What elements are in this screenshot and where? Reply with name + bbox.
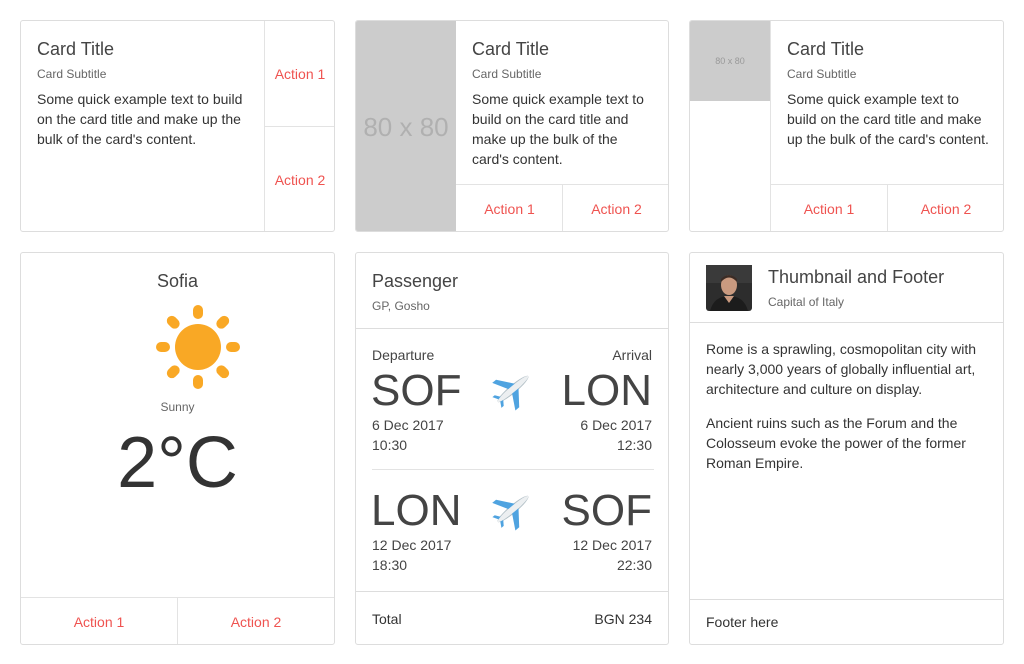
card-title: Card Title [787, 39, 865, 59]
card-title: Card Title [472, 39, 550, 59]
action-1-button[interactable]: Action 1 [771, 185, 887, 231]
action-2-button[interactable]: Action 2 [563, 185, 668, 231]
passenger-name: GP, Gosho [372, 299, 430, 313]
action-2-button[interactable]: Action 2 [265, 127, 334, 231]
action-2-button[interactable]: Action 2 [178, 598, 334, 644]
leg1-departure-time: 10:30 [372, 437, 408, 453]
sun-icon [156, 305, 240, 389]
card-vertical-actions: Card Title Card Subtitle Some quick exam… [20, 20, 335, 232]
action-1-button[interactable]: Action 1 [456, 185, 563, 231]
divider [690, 599, 1003, 600]
divider [372, 469, 654, 470]
arrival-label: Arrival [612, 347, 652, 363]
weather-condition: Sunny [160, 400, 195, 414]
card-title: Card Title [37, 39, 115, 59]
paragraph-2: Ancient ruins such as the Forum and the … [706, 415, 966, 471]
action-1-button[interactable]: Action 1 [21, 598, 177, 644]
total-label: Total [372, 611, 402, 627]
placeholder-label: 80 x 80 [715, 56, 745, 66]
card-text: Some quick example text to build on the … [787, 91, 989, 147]
card-subtitle: Card Subtitle [787, 67, 857, 81]
weather-card: Sofia Sunny 2°C Action 1 Action 2 [20, 252, 335, 645]
divider [356, 328, 668, 329]
card-subtitle: Capital of Italy [768, 295, 845, 309]
leg1-departure-date: 6 Dec 2017 [372, 417, 444, 433]
temperature: 2°C [117, 423, 238, 503]
divider [690, 322, 1003, 323]
card-subtitle: Card Subtitle [472, 67, 542, 81]
card-footer: Footer here [706, 614, 779, 630]
leg2-origin: LON [371, 486, 462, 535]
image-placeholder: 80 x 80 [690, 21, 770, 101]
card-text: Some quick example text to build on the … [472, 91, 644, 167]
leg2-arrival-time: 22:30 [616, 557, 652, 573]
departure-label: Departure [372, 347, 435, 363]
leg2-arrival-date: 12 Dec 2017 [572, 537, 652, 553]
leg1-destination: LON [561, 366, 652, 415]
passenger-title: Passenger [372, 271, 459, 291]
leg1-origin: SOF [371, 366, 462, 415]
paragraph-1: Rome is a sprawling, cosmopolitan city w… [706, 341, 976, 397]
flight-card: Passenger GP, Gosho Departure Arrival SO… [355, 252, 669, 645]
leg2-destination: SOF [561, 486, 652, 535]
card-title: Thumbnail and Footer [768, 267, 945, 287]
leg2-departure-date: 12 Dec 2017 [372, 537, 452, 553]
image-placeholder: 80 x 80 [356, 21, 456, 231]
thumbnail-footer-card: Thumbnail and Footer Capital of Italy Ro… [689, 252, 1004, 645]
avatar [706, 265, 752, 311]
card-small-image: 80 x 80 Card Title Card Subtitle Some qu… [689, 20, 1004, 232]
city-name: Sofia [156, 271, 199, 291]
action-1-button[interactable]: Action 1 [265, 21, 334, 126]
action-2-button[interactable]: Action 2 [888, 185, 1003, 231]
leg2-departure-time: 18:30 [372, 557, 408, 573]
total-value: BGN 234 [594, 611, 652, 627]
card-subtitle: Card Subtitle [37, 67, 107, 81]
airplane-icon [492, 375, 529, 411]
leg1-arrival-date: 6 Dec 2017 [580, 417, 652, 433]
leg1-arrival-time: 12:30 [616, 437, 652, 453]
airplane-icon [492, 495, 529, 531]
divider [356, 591, 668, 592]
placeholder-label: 80 x 80 [363, 111, 449, 142]
card-text: Some quick example text to build on the … [37, 91, 243, 147]
card-large-image: 80 x 80 Card Title Card Subtitle Some qu… [355, 20, 669, 232]
